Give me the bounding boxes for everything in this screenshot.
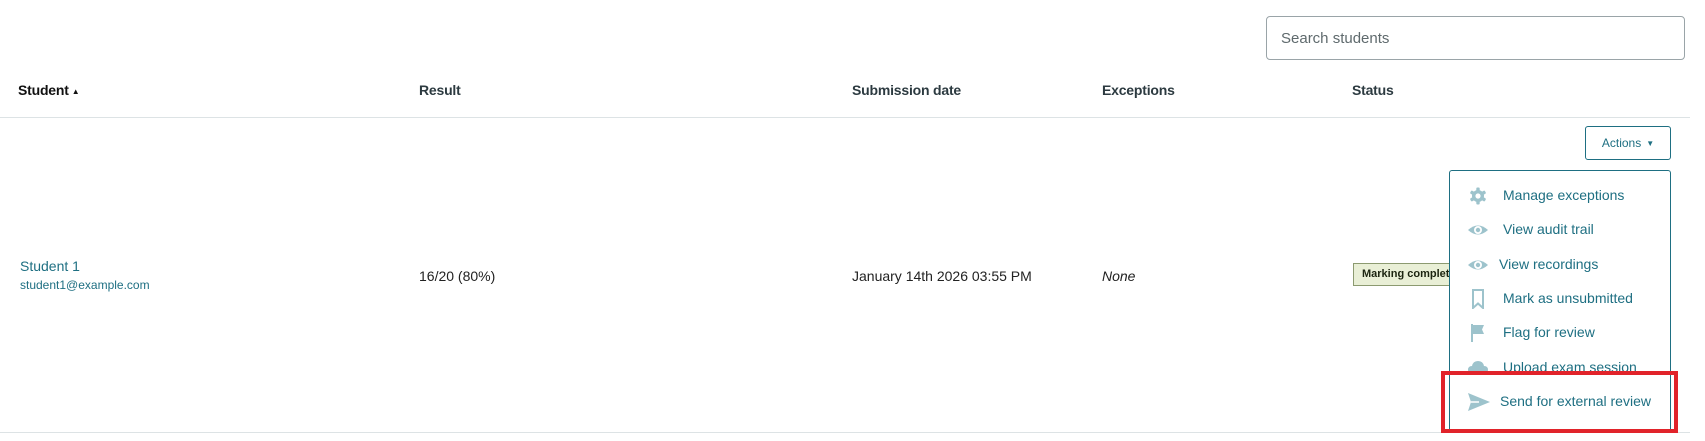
bookmark-icon [1467,289,1489,311]
sort-ascending-icon: ▲ [71,87,80,96]
column-header-status: Status [1352,82,1394,98]
menu-item-upload-exam-session[interactable]: Upload exam session [1450,353,1670,383]
menu-item-label: Flag for review [1503,324,1595,340]
search-students-input[interactable] [1266,16,1685,60]
column-header-exceptions: Exceptions [1102,82,1175,98]
header-divider [0,117,1690,118]
menu-item-send-for-external-review[interactable]: Send for external review [1448,384,1672,418]
column-header-student-label: Student [18,82,69,98]
menu-item-label: View audit trail [1503,221,1594,237]
actions-button-label: Actions [1601,136,1642,150]
actions-dropdown-button[interactable]: Actions ▼ [1585,126,1671,160]
exceptions-value: None [1102,268,1136,284]
menu-item-label: Upload exam session [1503,359,1637,375]
menu-item-manage-exceptions[interactable]: Manage exceptions [1450,181,1670,211]
menu-item-view-audit-trail[interactable]: View audit trail [1450,215,1670,245]
flag-icon [1467,323,1489,343]
student-email-link[interactable]: student1@example.com [20,278,150,292]
send-icon [1467,392,1491,412]
column-header-submission-date: Submission date [852,82,962,98]
column-header-result: Result [419,82,461,98]
menu-item-mark-as-unsubmitted[interactable]: Mark as unsubmitted [1450,284,1670,314]
student-name-link[interactable]: Student 1 [20,258,80,274]
result-value: 16/20 (80%) [419,268,496,284]
menu-item-label: Manage exceptions [1503,187,1625,203]
gear-icon [1467,186,1489,206]
caret-down-icon: ▼ [1646,139,1655,148]
row-divider [0,432,1690,433]
menu-item-label: View recordings [1499,256,1599,272]
menu-item-label: Send for external review [1500,393,1651,409]
column-header-student[interactable]: Student ▲ [18,82,80,98]
submission-date-value: January 14th 2026 03:55 PM [852,268,1032,284]
menu-item-flag-for-review[interactable]: Flag for review [1450,318,1670,348]
menu-item-label: Mark as unsubmitted [1503,290,1633,306]
eye-icon [1467,255,1489,275]
menu-item-view-recordings[interactable]: View recordings [1450,250,1670,280]
cloud-upload-icon [1467,358,1489,378]
eye-icon [1467,220,1489,240]
